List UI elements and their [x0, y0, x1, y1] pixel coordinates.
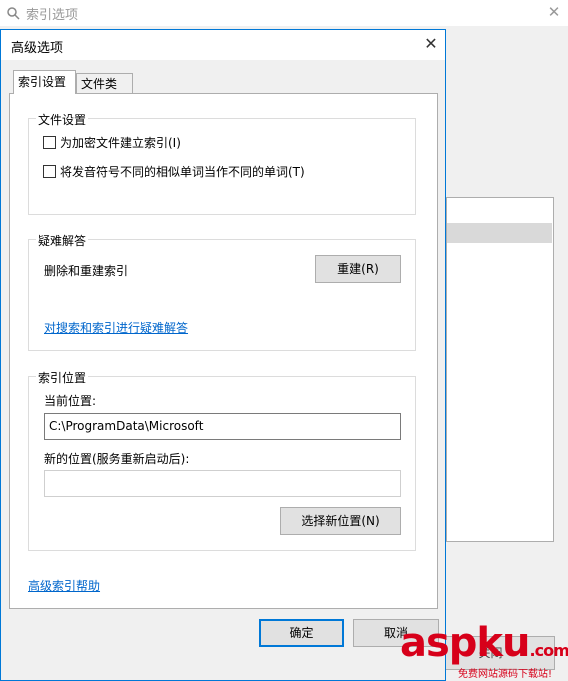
aspku-watermark-logo: aspku.com 免费网站源码下载站!: [400, 620, 568, 681]
advanced-options-dialog: 高级选项 ✕ 索引设置 文件类型 文件设置 为加密文件建立索引(I) 将发音符号…: [0, 29, 446, 681]
encrypted-files-label: 为加密文件建立索引(I): [60, 136, 181, 150]
file-settings-title: 文件设置: [36, 111, 89, 128]
new-location-field[interactable]: [44, 470, 401, 497]
troubleshooting-title: 疑难解答: [36, 232, 89, 249]
tab-index-settings[interactable]: 索引设置: [13, 70, 76, 94]
diacritics-checkbox[interactable]: [43, 165, 56, 178]
troubleshoot-link[interactable]: 对搜索和索引进行疑难解答: [44, 319, 188, 336]
encrypted-files-option[interactable]: 为加密文件建立索引(I): [43, 135, 181, 151]
index-location-title: 索引位置: [36, 369, 89, 386]
new-location-label: 新的位置(服务重新启动后):: [44, 452, 190, 466]
current-location-field[interactable]: C:\ProgramData\Microsoft: [44, 413, 401, 440]
dialog-titlebar: 高级选项 ✕: [1, 30, 445, 60]
encrypted-files-checkbox[interactable]: [43, 136, 56, 149]
troubleshooting-group: 疑难解答 删除和重建索引 重建(R) 对搜索和索引进行疑难解答: [28, 232, 416, 351]
parent-location-list[interactable]: [446, 197, 554, 542]
parent-title: 索引选项: [26, 8, 79, 23]
search-options-icon: [7, 7, 20, 20]
parent-close-icon[interactable]: ✕: [544, 2, 564, 22]
index-location-group: 索引位置 当前位置: C:\ProgramData\Microsoft 新的位置…: [28, 369, 416, 551]
diacritics-option[interactable]: 将发音符号不同的相似单词当作不同的单词(T): [43, 164, 305, 180]
parent-list-selected-row[interactable]: [447, 223, 552, 243]
close-icon[interactable]: ✕: [421, 34, 441, 54]
file-settings-group: 文件设置 为加密文件建立索引(I) 将发音符号不同的相似单词当作不同的单词(T): [28, 111, 416, 215]
index-settings-panel: 文件设置 为加密文件建立索引(I) 将发音符号不同的相似单词当作不同的单词(T)…: [9, 93, 438, 609]
dialog-title: 高级选项: [11, 41, 64, 56]
ok-button[interactable]: 确定: [259, 619, 344, 647]
rebuild-button[interactable]: 重建(R): [315, 255, 401, 283]
current-location-label: 当前位置:: [44, 394, 97, 408]
select-new-location-button[interactable]: 选择新位置(N): [280, 507, 401, 535]
rebuild-label: 删除和重建索引: [44, 264, 129, 278]
tab-file-types[interactable]: 文件类型: [76, 73, 133, 111]
watermark-text: aspku.com: [400, 620, 568, 666]
parent-titlebar: 索引选项 ✕: [0, 0, 568, 26]
watermark-subtitle: 免费网站源码下载站!: [458, 669, 553, 680]
advanced-index-help-link[interactable]: 高级索引帮助: [28, 577, 100, 594]
diacritics-label: 将发音符号不同的相似单词当作不同的单词(T): [60, 165, 305, 179]
